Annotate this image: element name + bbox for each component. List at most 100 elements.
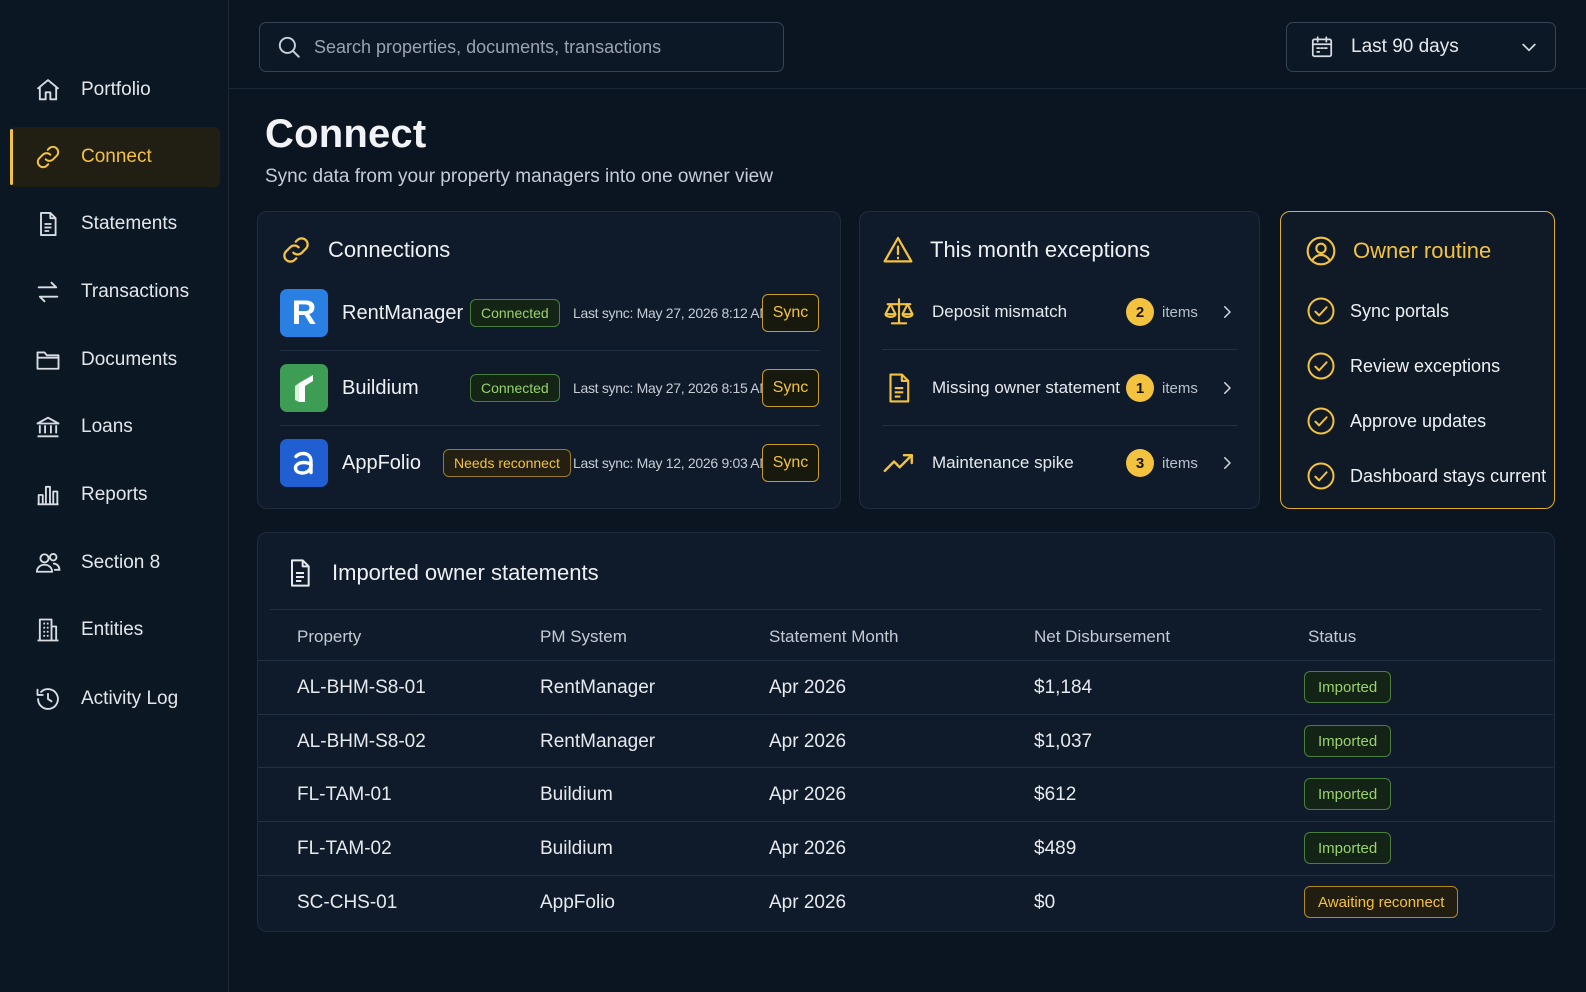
exception-count-badge: 3 xyxy=(1126,449,1154,477)
routine-item-approve-updates[interactable]: Approve updates xyxy=(1306,406,1486,436)
card-header: Owner routine xyxy=(1305,235,1491,267)
status-badge: Imported xyxy=(1304,778,1392,810)
search-input[interactable] xyxy=(314,36,754,58)
sidebar-item-label: Reports xyxy=(81,484,148,505)
exception-row-deposit-mismatch[interactable]: Deposit mismatch 2 items xyxy=(882,282,1237,350)
sidebar-item-entities[interactable]: Entities xyxy=(10,600,220,660)
imported-statements-card: Imported owner statements Property PM Sy… xyxy=(257,532,1555,932)
connection-row-rentmanager: R RentManager Connected Last sync: May 2… xyxy=(280,282,820,351)
sidebar-item-label: Connect xyxy=(81,146,152,167)
chevron-right-icon xyxy=(1224,306,1231,318)
sidebar-item-label: Statements xyxy=(81,213,178,234)
bank-icon xyxy=(36,416,60,438)
check-circle-icon xyxy=(1307,297,1335,325)
connection-row-appfolio: AppFolio Needs reconnect Last sync: May … xyxy=(280,432,820,494)
folder-icon xyxy=(36,351,60,370)
cell-statement-month: Apr 2026 xyxy=(769,892,847,913)
cell-net-disbursement: $1,184 xyxy=(1034,677,1093,698)
sidebar-item-statements[interactable]: Statements xyxy=(10,194,220,254)
sidebar-item-label: Entities xyxy=(81,619,144,640)
column-header-net-disbursement: Net Disbursement xyxy=(1034,627,1171,646)
routine-item-dashboard-stays-current[interactable]: Dashboard stays current xyxy=(1306,461,1546,491)
cell-property: FL-TAM-01 xyxy=(297,784,392,805)
sync-button[interactable]: Sync xyxy=(762,294,819,332)
chevron-down-icon xyxy=(1522,43,1536,52)
connections-card: Connections R RentManager Connected Last… xyxy=(257,211,841,509)
sidebar-item-connect[interactable]: Connect xyxy=(10,127,220,187)
search-box[interactable] xyxy=(259,22,784,72)
bar-chart-icon xyxy=(37,485,59,506)
date-range-dropdown[interactable]: Last 90 days xyxy=(1286,22,1556,72)
table-row[interactable]: SC-CHS-01 AppFolio Apr 2026 $0 Awaiting … xyxy=(258,875,1553,928)
card-title: Imported owner statements xyxy=(332,560,599,585)
sidebar-item-documents[interactable]: Documents xyxy=(10,330,220,390)
exception-unit: items xyxy=(1162,379,1198,397)
exception-row-missing-owner-statement[interactable]: Missing owner statement 1 items xyxy=(882,358,1237,426)
last-sync-text: Last sync: May 27, 2026 8:15 AM xyxy=(573,380,771,396)
trend-up-icon xyxy=(883,454,913,472)
routine-item-sync-portals[interactable]: Sync portals xyxy=(1306,296,1449,326)
exception-label: Maintenance spike xyxy=(932,453,1074,472)
buildium-mark-icon xyxy=(295,375,313,402)
sidebar-item-portfolio[interactable]: Portfolio xyxy=(10,60,220,120)
cell-property: AL-BHM-S8-01 xyxy=(297,677,426,698)
warning-icon xyxy=(883,236,913,263)
table-row[interactable]: AL-BHM-S8-01 RentManager Apr 2026 $1,184… xyxy=(258,660,1553,713)
cell-property: AL-BHM-S8-02 xyxy=(297,731,426,752)
cell-pm-system: RentManager xyxy=(540,677,656,698)
cell-statement-month: Apr 2026 xyxy=(769,677,847,698)
card-title: Connections xyxy=(328,237,451,262)
search-icon xyxy=(278,36,300,58)
status-badge: Awaiting reconnect xyxy=(1304,886,1459,918)
connection-status-badge: Connected xyxy=(470,374,560,402)
cell-statement-month: Apr 2026 xyxy=(769,838,847,859)
sidebar-item-label: Loans xyxy=(81,416,133,437)
exception-unit: items xyxy=(1162,454,1198,472)
link-icon xyxy=(36,145,60,169)
users-icon xyxy=(35,552,61,573)
sidebar-item-label: Transactions xyxy=(81,281,190,302)
table-row[interactable]: FL-TAM-01 Buildium Apr 2026 $612 Importe… xyxy=(258,767,1553,820)
exception-label: Missing owner statement xyxy=(932,378,1121,397)
routine-item-label: Review exceptions xyxy=(1350,355,1501,376)
sidebar-item-label: Section 8 xyxy=(81,552,161,573)
cell-net-disbursement: $0 xyxy=(1034,892,1056,913)
calendar-icon xyxy=(1311,36,1333,58)
cell-net-disbursement: $612 xyxy=(1034,784,1077,805)
sidebar-item-activity-log[interactable]: Activity Log xyxy=(10,669,220,729)
exception-count-badge: 1 xyxy=(1126,374,1154,402)
sidebar-item-transactions[interactable]: Transactions xyxy=(10,262,220,322)
sidebar-item-section-8[interactable]: Section 8 xyxy=(10,533,220,593)
document-icon xyxy=(291,559,310,587)
top-bar: Last 90 days xyxy=(229,0,1586,89)
table-row[interactable]: FL-TAM-02 Buildium Apr 2026 $489 Importe… xyxy=(258,821,1553,874)
table-row[interactable]: AL-BHM-S8-02 RentManager Apr 2026 $1,037… xyxy=(258,714,1553,767)
connection-row-buildium: Buildium Connected Last sync: May 27, 20… xyxy=(280,357,820,426)
cell-statement-month: Apr 2026 xyxy=(769,731,847,752)
cell-property: SC-CHS-01 xyxy=(297,892,398,913)
sync-button[interactable]: Sync xyxy=(762,444,819,482)
building-icon xyxy=(37,618,59,642)
last-sync-text: Last sync: May 12, 2026 9:03 AM xyxy=(573,455,771,471)
cell-pm-system: Buildium xyxy=(540,784,613,805)
chevron-right-icon xyxy=(1224,457,1231,469)
appfolio-logo xyxy=(280,439,328,487)
cell-property: FL-TAM-02 xyxy=(297,838,392,859)
cell-net-disbursement: $489 xyxy=(1034,838,1077,859)
routine-item-label: Dashboard stays current xyxy=(1350,465,1547,486)
sidebar-item-loans[interactable]: Loans xyxy=(10,397,220,457)
cell-net-disbursement: $1,037 xyxy=(1034,731,1093,752)
routine-item-review-exceptions[interactable]: Review exceptions xyxy=(1306,351,1500,381)
card-title: Owner routine xyxy=(1353,238,1492,263)
exception-label: Deposit mismatch xyxy=(932,302,1068,321)
column-header-pm-system: PM System xyxy=(540,627,627,646)
connection-status-badge: Connected xyxy=(470,299,560,327)
sync-button[interactable]: Sync xyxy=(762,369,819,407)
arrows-icon xyxy=(37,281,59,303)
card-header: Connections xyxy=(280,234,450,266)
sidebar-item-reports[interactable]: Reports xyxy=(10,465,220,525)
exception-row-maintenance-spike[interactable]: Maintenance spike 3 items xyxy=(882,433,1237,493)
card-header: This month exceptions xyxy=(882,234,1150,266)
scale-icon xyxy=(884,298,914,325)
column-header-property: Property xyxy=(297,627,362,646)
